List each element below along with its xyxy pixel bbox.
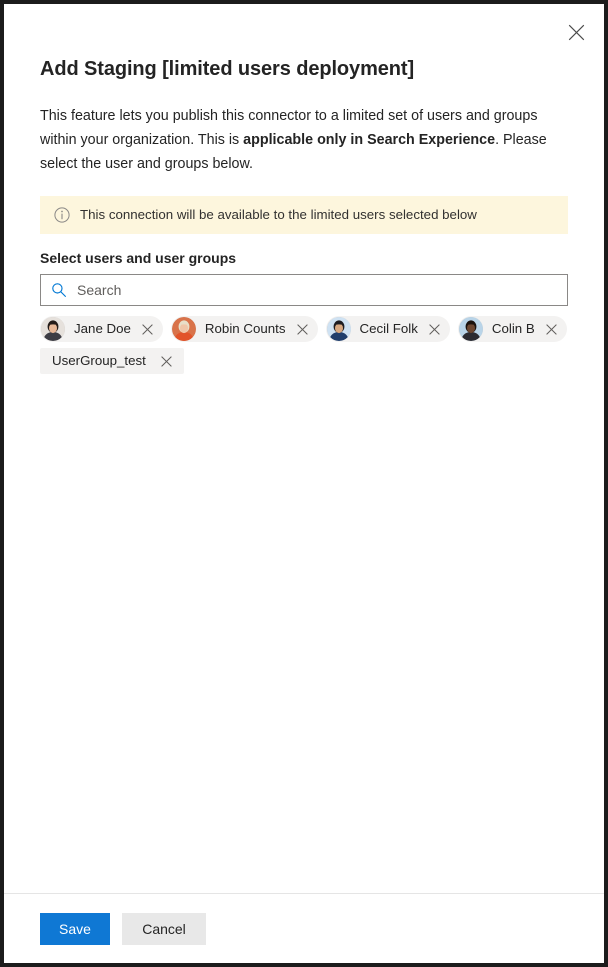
description-emphasis: applicable only in Search Experience bbox=[243, 132, 496, 148]
dialog-content: Add Staging [limited users deployment] T… bbox=[4, 4, 604, 893]
remove-chip-button[interactable] bbox=[424, 318, 446, 340]
search-icon bbox=[52, 283, 66, 297]
close-icon bbox=[297, 323, 308, 335]
dialog-footer: Save Cancel bbox=[4, 893, 604, 963]
avatar-photo bbox=[41, 317, 65, 341]
chip-label: UserGroup_test bbox=[52, 353, 146, 368]
info-circle-icon bbox=[54, 207, 70, 223]
avatar-photo bbox=[171, 317, 196, 341]
info-banner-text: This connection will be available to the… bbox=[80, 207, 477, 222]
remove-chip-button[interactable] bbox=[541, 318, 563, 340]
page-title: Add Staging [limited users deployment] bbox=[40, 58, 415, 80]
chip-label: Robin Counts bbox=[204, 321, 286, 336]
avatar bbox=[41, 317, 65, 341]
avatar-photo bbox=[458, 317, 483, 341]
selected-person-chip[interactable]: Jane Doe bbox=[40, 316, 163, 342]
chip-label: Colin B bbox=[491, 321, 535, 336]
add-staging-dialog: Add Staging [limited users deployment] T… bbox=[4, 4, 604, 963]
avatar bbox=[171, 317, 196, 341]
chip-label: Jane Doe bbox=[74, 321, 131, 336]
dialog-description: This feature lets you publish this conne… bbox=[40, 104, 568, 176]
close-icon bbox=[161, 355, 173, 367]
close-icon bbox=[142, 323, 154, 335]
search-input[interactable] bbox=[77, 275, 559, 305]
save-button[interactable]: Save bbox=[40, 912, 110, 945]
avatar-photo bbox=[326, 317, 351, 341]
screen-frame: Add Staging [limited users deployment] T… bbox=[0, 0, 608, 967]
remove-chip-button[interactable] bbox=[156, 350, 178, 372]
cancel-button[interactable]: Cancel bbox=[122, 912, 206, 945]
search-box[interactable] bbox=[40, 274, 568, 306]
avatar bbox=[326, 317, 351, 341]
selected-person-chip[interactable]: Colin B bbox=[457, 316, 567, 342]
info-banner: This connection will be available to the… bbox=[40, 196, 568, 234]
picker-label: Select users and user groups bbox=[40, 250, 237, 266]
close-icon bbox=[429, 323, 441, 335]
selected-group-chip[interactable]: UserGroup_test bbox=[40, 348, 184, 374]
close-icon bbox=[546, 323, 558, 335]
selected-person-chip[interactable]: Cecil Folk bbox=[325, 316, 450, 342]
chip-label: Cecil Folk bbox=[359, 321, 418, 336]
remove-chip-button[interactable] bbox=[137, 318, 159, 340]
selected-person-chip[interactable]: Robin Counts bbox=[170, 316, 318, 342]
selected-people-list: Jane Doe Robin Counts Cecil Folk Colin B Use… bbox=[40, 316, 568, 374]
avatar bbox=[458, 317, 483, 341]
remove-chip-button[interactable] bbox=[292, 318, 314, 340]
